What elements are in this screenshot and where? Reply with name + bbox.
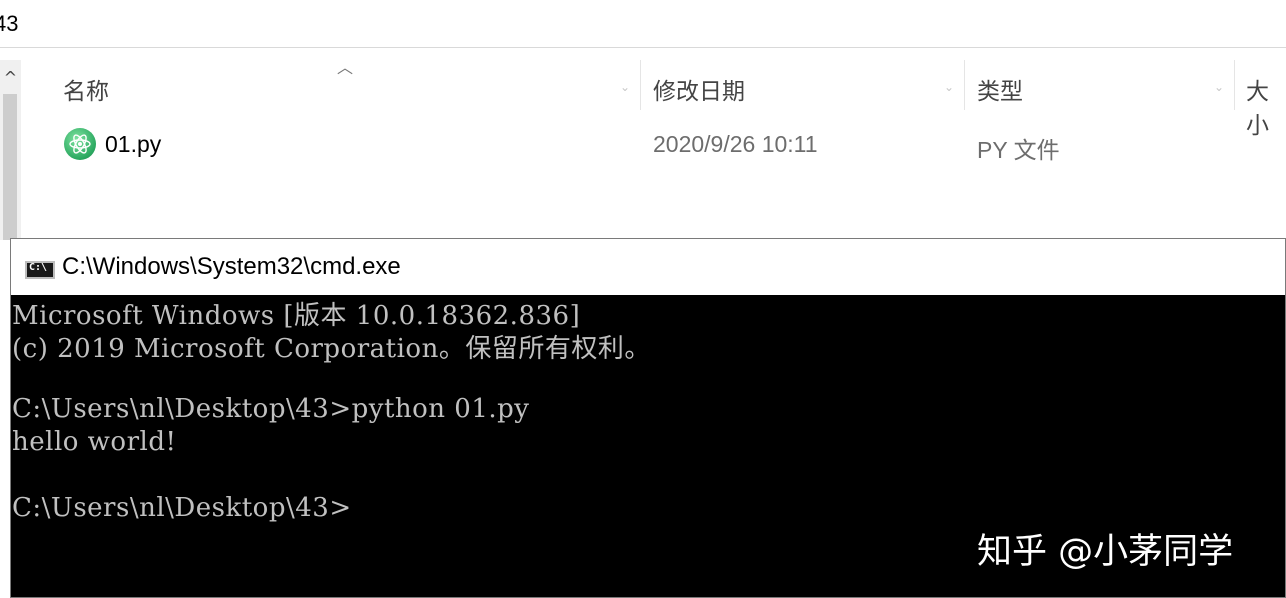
file-type: PY 文件 [977,137,1060,163]
scroll-up-icon[interactable]: ^ [0,66,21,90]
cmd-icon-text: C:\ [29,262,48,273]
chevron-down-icon[interactable]: ⌄ [944,80,954,94]
column-divider[interactable] [640,60,641,110]
file-modified: 2020/9/26 10:11 [653,131,818,157]
column-header-modified[interactable]: 修改日期 [653,72,745,106]
column-divider[interactable] [1234,60,1235,110]
watermark: 知乎 @小茅同学 [977,532,1234,572]
column-header-type[interactable]: 类型 [977,72,1023,106]
column-header-size[interactable]: 大小 [1246,72,1286,140]
console-line: (c) 2019 Microsoft Corporation。保留所有权利。 [12,334,651,364]
python-file-icon [64,128,96,160]
console-line: C:\Users\nl\Desktop\43>python 01.py [12,394,530,424]
cmd-window[interactable]: C:\ C:\Windows\System32\cmd.exe Microsof… [10,238,1286,598]
file-name[interactable]: 01.py [105,131,161,158]
address-bar[interactable]: 43 [0,0,1286,48]
cmd-icon[interactable]: C:\ [25,261,55,279]
column-header-name[interactable]: 名称 [63,72,109,106]
sort-up-icon[interactable]: ︿ [337,54,353,78]
console-prompt[interactable]: C:\Users\nl\Desktop\43> [12,493,352,523]
console-line: hello world! [12,427,177,457]
address-text: 43 [0,11,19,36]
cmd-title-bar[interactable]: C:\ C:\Windows\System32\cmd.exe [11,239,1285,295]
column-divider[interactable] [964,60,965,110]
console-line: Microsoft Windows [版本 10.0.18362.836] [12,301,581,331]
chevron-down-icon[interactable]: ⌄ [1214,80,1224,94]
chevron-down-icon[interactable]: ⌄ [620,80,630,94]
cmd-title: C:\Windows\System32\cmd.exe [62,253,401,280]
scrollbar-thumb[interactable] [3,94,17,240]
